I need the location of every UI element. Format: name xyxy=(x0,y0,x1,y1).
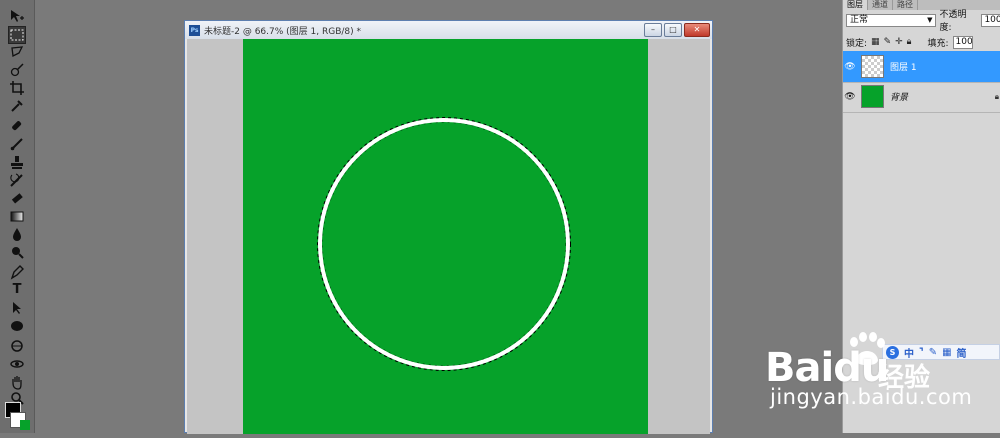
lock-icon: 🔒︎ xyxy=(994,91,999,101)
opacity-input[interactable]: 100% xyxy=(981,13,1000,27)
history-brush-icon[interactable] xyxy=(9,172,25,188)
layer-row-1[interactable]: 👁︎ 图层 1 xyxy=(843,51,1000,83)
blend-row: 正常 ▼ 不透明度: 100% xyxy=(846,10,1000,33)
lock-pixels-icon[interactable]: ✎ xyxy=(884,37,892,47)
tab-channels[interactable]: 通道 xyxy=(868,0,893,10)
document-titlebar[interactable]: Ps 未标题-2 @ 66.7% (图层 1, RGB/8) * xyxy=(185,21,712,39)
window-controls: – □ ✕ xyxy=(644,23,710,37)
canvas[interactable] xyxy=(243,39,648,434)
move-tool-icon[interactable] xyxy=(9,8,25,24)
pen-icon[interactable] xyxy=(9,264,25,280)
ime-punctuation-icon[interactable]: ⌝ xyxy=(919,347,924,358)
gradient-icon[interactable] xyxy=(9,208,25,224)
watermark-url: jingyan.baidu.com xyxy=(770,385,973,409)
tab-paths[interactable]: 路径 xyxy=(893,0,918,10)
lock-label: 锁定: xyxy=(846,38,868,49)
visibility-eye-icon[interactable]: 👁︎ xyxy=(843,62,857,72)
crop-icon[interactable] xyxy=(9,80,25,96)
layer-name: 背景 xyxy=(890,93,909,103)
blend-mode-value: 正常 xyxy=(850,14,869,25)
layer-thumbnail xyxy=(861,55,884,78)
3d-orbit-icon[interactable] xyxy=(9,356,25,372)
layer-row-background[interactable]: 👁︎ 背景 🔒︎ xyxy=(843,81,1000,113)
ime-pen-icon[interactable]: ✎ xyxy=(929,347,937,358)
3d-rotate-icon[interactable] xyxy=(9,338,25,354)
lock-position-icon[interactable]: ✛ xyxy=(895,37,903,47)
blur-icon[interactable] xyxy=(9,226,25,242)
brush-icon[interactable] xyxy=(9,136,25,152)
document-title: 未标题-2 @ 66.7% (图层 1, RGB/8) * xyxy=(204,26,361,37)
lasso-icon[interactable] xyxy=(9,44,25,60)
ime-simplified[interactable]: 简 xyxy=(957,345,967,360)
opacity-label: 不透明度: xyxy=(939,10,967,33)
fill-input[interactable]: 100% xyxy=(952,35,973,49)
hand-icon[interactable] xyxy=(9,374,25,390)
maximize-button[interactable]: □ xyxy=(664,23,682,37)
blend-mode-select[interactable]: 正常 ▼ xyxy=(846,13,936,27)
layer-name: 图层 1 xyxy=(890,63,917,73)
tools-panel: T xyxy=(0,0,35,433)
lock-row: 锁定: ▦ ✎ ✛ 🔒︎ 填充: 100% xyxy=(846,35,1000,49)
lock-all-icon[interactable]: 🔒︎ xyxy=(907,37,912,47)
eraser-icon[interactable] xyxy=(9,190,25,206)
quick-mask-icon[interactable] xyxy=(20,420,30,430)
healing-brush-icon[interactable] xyxy=(9,118,25,134)
canvas-pasteboard xyxy=(187,39,710,434)
layer-thumbnail xyxy=(861,85,884,108)
path-selection-icon[interactable] xyxy=(9,300,25,316)
dodge-icon[interactable] xyxy=(9,244,25,260)
visibility-eye-icon[interactable]: 👁︎ xyxy=(843,92,857,102)
fill-label: 填充: xyxy=(927,38,949,49)
photoshop-icon: Ps xyxy=(189,24,200,36)
eyedropper-icon[interactable] xyxy=(9,98,25,114)
minimize-button[interactable]: – xyxy=(644,23,662,37)
chevron-down-icon: ▼ xyxy=(927,15,933,24)
close-button[interactable]: ✕ xyxy=(684,23,710,37)
ime-keyboard-icon[interactable]: ▦ xyxy=(942,347,951,358)
lock-transparent-icon[interactable]: ▦ xyxy=(871,37,880,47)
clone-stamp-icon[interactable] xyxy=(9,154,25,170)
document-window: Ps 未标题-2 @ 66.7% (图层 1, RGB/8) * – □ ✕ xyxy=(184,20,713,434)
rectangular-marquee-icon[interactable] xyxy=(8,26,26,44)
shape-icon[interactable] xyxy=(9,318,25,334)
quick-selection-icon[interactable] xyxy=(9,62,25,78)
circle-selection xyxy=(317,117,571,371)
type-icon[interactable]: T xyxy=(9,282,25,298)
tab-layers[interactable]: 图层 xyxy=(843,0,868,10)
